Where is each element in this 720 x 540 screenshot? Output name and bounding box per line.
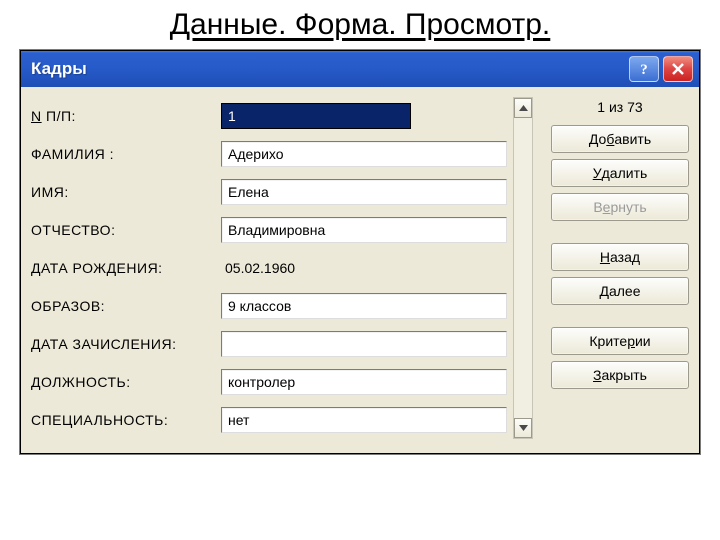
input-otchestvo[interactable]: Владимировна [221, 217, 507, 243]
label-obrazov: ОБРАЗОВ: [31, 298, 211, 314]
label-position: ДОЛЖНОСТЬ: [31, 374, 211, 390]
side-panel: 1 из 73 Добавить Удалить Вернуть Назад Д… [539, 97, 689, 439]
fields: N П/П: 1 ФАМИЛИЯ : Адерихо ИМЯ: Елена ОТ… [31, 97, 507, 439]
scroll-down-button[interactable] [514, 418, 532, 438]
scroll-up-button[interactable] [514, 98, 532, 118]
label-dob: ДАТА РОЖДЕНИЯ: [31, 260, 211, 276]
chevron-up-icon [519, 105, 528, 111]
label-specialty: СПЕЦИАЛЬНОСТЬ: [31, 412, 211, 428]
help-icon: ? [637, 61, 651, 77]
window-title: Кадры [31, 59, 625, 79]
row-position: ДОЛЖНОСТЬ: контролер [31, 363, 507, 401]
next-button[interactable]: Далее [551, 277, 689, 305]
label-enroll: ДАТА ЗАЧИСЛЕНИЯ: [31, 336, 211, 352]
input-familia[interactable]: Адерихо [221, 141, 507, 167]
return-button: Вернуть [551, 193, 689, 221]
row-imya: ИМЯ: Елена [31, 173, 507, 211]
input-imya[interactable]: Елена [221, 179, 507, 205]
row-familia: ФАМИЛИЯ : Адерихо [31, 135, 507, 173]
criteria-button[interactable]: Критерии [551, 327, 689, 355]
help-button[interactable]: ? [629, 56, 659, 82]
client-area: N П/П: 1 ФАМИЛИЯ : Адерихо ИМЯ: Елена ОТ… [21, 87, 699, 453]
row-dob: ДАТА РОЖДЕНИЯ: 05.02.1960 [31, 249, 507, 287]
add-button[interactable]: Добавить [551, 125, 689, 153]
titlebar: Кадры ? [21, 51, 699, 87]
close-form-button[interactable]: Закрыть [551, 361, 689, 389]
close-button[interactable] [663, 56, 693, 82]
row-specialty: СПЕЦИАЛЬНОСТЬ: нет [31, 401, 507, 439]
svg-text:?: ? [640, 62, 648, 77]
input-specialty[interactable]: нет [221, 407, 507, 433]
chevron-down-icon [519, 425, 528, 431]
input-position[interactable]: контролер [221, 369, 507, 395]
row-otchestvo: ОТЧЕСТВО: Владимировна [31, 211, 507, 249]
close-icon [671, 62, 685, 76]
form-window: Кадры ? N П/П: 1 ФАМИЛИЯ : Адерихо [20, 50, 700, 454]
slide-title: Данные. Форма. Просмотр. [0, 0, 720, 46]
input-npp[interactable]: 1 [221, 103, 411, 129]
value-dob: 05.02.1960 [221, 260, 295, 276]
delete-button[interactable]: Удалить [551, 159, 689, 187]
row-npp: N П/П: 1 [31, 97, 507, 135]
label-npp: N П/П: [31, 108, 211, 124]
label-otchestvo: ОТЧЕСТВО: [31, 222, 211, 238]
row-obrazov: ОБРАЗОВ: 9 классов [31, 287, 507, 325]
input-enroll[interactable] [221, 331, 507, 357]
scrollbar[interactable] [513, 97, 533, 439]
record-counter: 1 из 73 [551, 97, 689, 119]
input-obrazov[interactable]: 9 классов [221, 293, 507, 319]
row-enroll: ДАТА ЗАЧИСЛЕНИЯ: [31, 325, 507, 363]
label-imya: ИМЯ: [31, 184, 211, 200]
form-area: N П/П: 1 ФАМИЛИЯ : Адерихо ИМЯ: Елена ОТ… [31, 97, 533, 439]
label-familia: ФАМИЛИЯ : [31, 146, 211, 162]
back-button[interactable]: Назад [551, 243, 689, 271]
